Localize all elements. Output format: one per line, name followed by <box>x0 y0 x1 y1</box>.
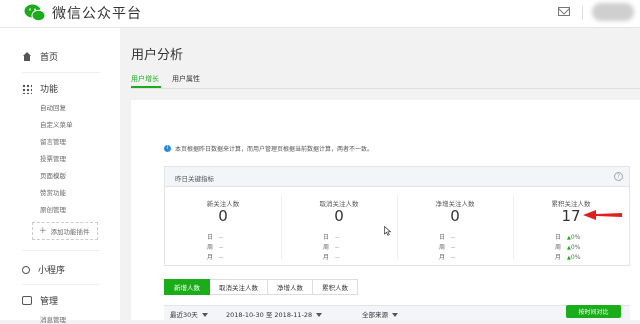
nav-home[interactable]: 首页 <box>22 50 58 63</box>
source-select[interactable]: 全部来源 <box>362 309 398 319</box>
red-arrow-annotation-icon <box>583 210 622 220</box>
kpi-row-day: 日 ▲0% <box>555 234 581 241</box>
sidebar-item-reward[interactable]: 赞赏功能 <box>40 187 66 197</box>
segment-new-users[interactable]: 新增人数 <box>164 279 210 295</box>
mouse-cursor-icon <box>384 226 392 236</box>
kpi-row-week: 周 -- <box>323 244 340 251</box>
sidebar-item-custom-menu[interactable]: 自定义菜单 <box>40 119 73 129</box>
brand-title[interactable]: 微信公众平台 <box>52 3 142 23</box>
kpi-panel: 昨日关键指标 ? 新关注人数 0 日 -- 周 -- 月 -- 取消关注人数 0 日-… <box>164 166 630 266</box>
kpi-value: 0 <box>334 207 344 225</box>
sidebar-divider <box>22 72 100 73</box>
metric-segment-control: 新增人数 取消关注人数 净增人数 累积人数 <box>164 279 358 295</box>
filter-bar: 最近30天 2018-10-30 至 2018-11-28 全部来源 <box>164 305 630 320</box>
date-range-picker[interactable]: 2018-10-30 至 2018-11-28 <box>226 309 323 319</box>
notice-text: 本页根据昨日数据来计算，而用户管理页根据当前数据计算，两者不一致。 <box>175 146 374 153</box>
home-icon <box>22 51 32 62</box>
account-avatar[interactable] <box>592 3 634 21</box>
kpi-row-week: 周 -- <box>439 244 456 251</box>
sidebar-item-original[interactable]: 原创管理 <box>40 204 66 214</box>
kpi-row-month: 月 -- <box>439 254 456 261</box>
sidebar-item-templates[interactable]: 页面模版 <box>40 170 66 180</box>
info-icon: i <box>164 145 171 152</box>
grid-icon <box>22 83 32 94</box>
kpi-header-title: 昨日关键指标 <box>175 175 214 183</box>
add-plugin-button[interactable]: + 添加功能插件 <box>32 222 98 240</box>
compare-button[interactable]: 按时间对比 <box>566 305 621 318</box>
kpi-row-day: 日 -- <box>207 234 224 241</box>
top-bar: 微信公众平台 <box>0 0 640 28</box>
kpi-value: 0 <box>450 207 460 225</box>
page-title: 用户分析 <box>131 48 184 63</box>
nav-miniprogram-label: 小程序 <box>38 266 66 276</box>
wechat-logo-icon[interactable] <box>24 3 46 23</box>
kpi-row-day: 日 -- <box>323 234 340 241</box>
kpi-row-day: 日 -- <box>439 234 456 241</box>
kpi-row-month: 月 -- <box>323 254 340 261</box>
tab-user-attributes[interactable]: 用户属性 <box>172 74 200 84</box>
kpi-header: 昨日关键指标 ? <box>165 167 629 187</box>
sidebar-divider <box>22 250 100 251</box>
nav-manage[interactable]: 管理 <box>22 294 58 307</box>
sidebar-item-comments[interactable]: 留言管理 <box>40 136 66 146</box>
help-icon[interactable]: ? <box>614 172 623 181</box>
kpi-row-month: 月 -- <box>207 254 224 261</box>
kpi-value: 0 <box>218 207 228 225</box>
miniprogram-icon <box>22 265 30 274</box>
nav-manage-label: 管理 <box>40 297 59 307</box>
kpi-row-week: 周 -- <box>207 244 224 251</box>
kpi-row-week: 周 ▲0% <box>555 244 581 251</box>
topbar-divider <box>582 6 583 20</box>
sidebar-item-votes[interactable]: 投票管理 <box>40 153 66 163</box>
manage-icon <box>22 296 32 305</box>
sidebar-divider <box>22 284 100 285</box>
mail-icon[interactable] <box>558 7 570 16</box>
kpi-total-follows: 累积关注人数 17 日 ▲0% 周 ▲0% 月 ▲0% <box>513 195 629 261</box>
add-plugin-label: 添加功能插件 <box>50 228 90 236</box>
tabs-divider <box>131 88 640 89</box>
nav-home-label: 首页 <box>40 53 59 63</box>
chevron-down-icon <box>392 313 398 317</box>
segment-unfollows[interactable]: 取消关注人数 <box>210 279 268 295</box>
kpi-unfollows: 取消关注人数 0 日 -- 周 -- 月 -- <box>281 195 397 261</box>
segment-total[interactable]: 累积人数 <box>313 279 358 295</box>
kpi-new-follows: 新关注人数 0 日 -- 周 -- 月 -- <box>165 195 281 261</box>
nav-features-label: 功能 <box>40 85 59 95</box>
nav-miniprogram[interactable]: 小程序 <box>22 263 65 276</box>
sidebar: 首页 功能 自动回复 自定义菜单 留言管理 投票管理 页面模版 赞赏功能 原创管… <box>0 28 120 324</box>
tab-user-growth[interactable]: 用户增长 <box>131 74 159 84</box>
chevron-down-icon <box>201 313 208 317</box>
sidebar-item-messages[interactable]: 消息管理 <box>40 314 66 324</box>
kpi-row-month: 月 ▲0% <box>555 254 581 261</box>
plus-icon: + <box>39 226 47 236</box>
chevron-down-icon <box>316 313 323 317</box>
segment-net-growth[interactable]: 净增人数 <box>268 279 313 295</box>
sidebar-item-auto-reply[interactable]: 自动回复 <box>40 102 66 112</box>
notice: i 本页根据昨日数据来计算，而用户管理页根据当前数据计算，两者不一致。 <box>164 144 373 153</box>
kpi-net-follows: 净增关注人数 0 日 -- 周 -- 月 -- <box>397 195 513 261</box>
range-select[interactable]: 最近30天 <box>170 309 208 319</box>
nav-features[interactable]: 功能 <box>22 82 58 95</box>
